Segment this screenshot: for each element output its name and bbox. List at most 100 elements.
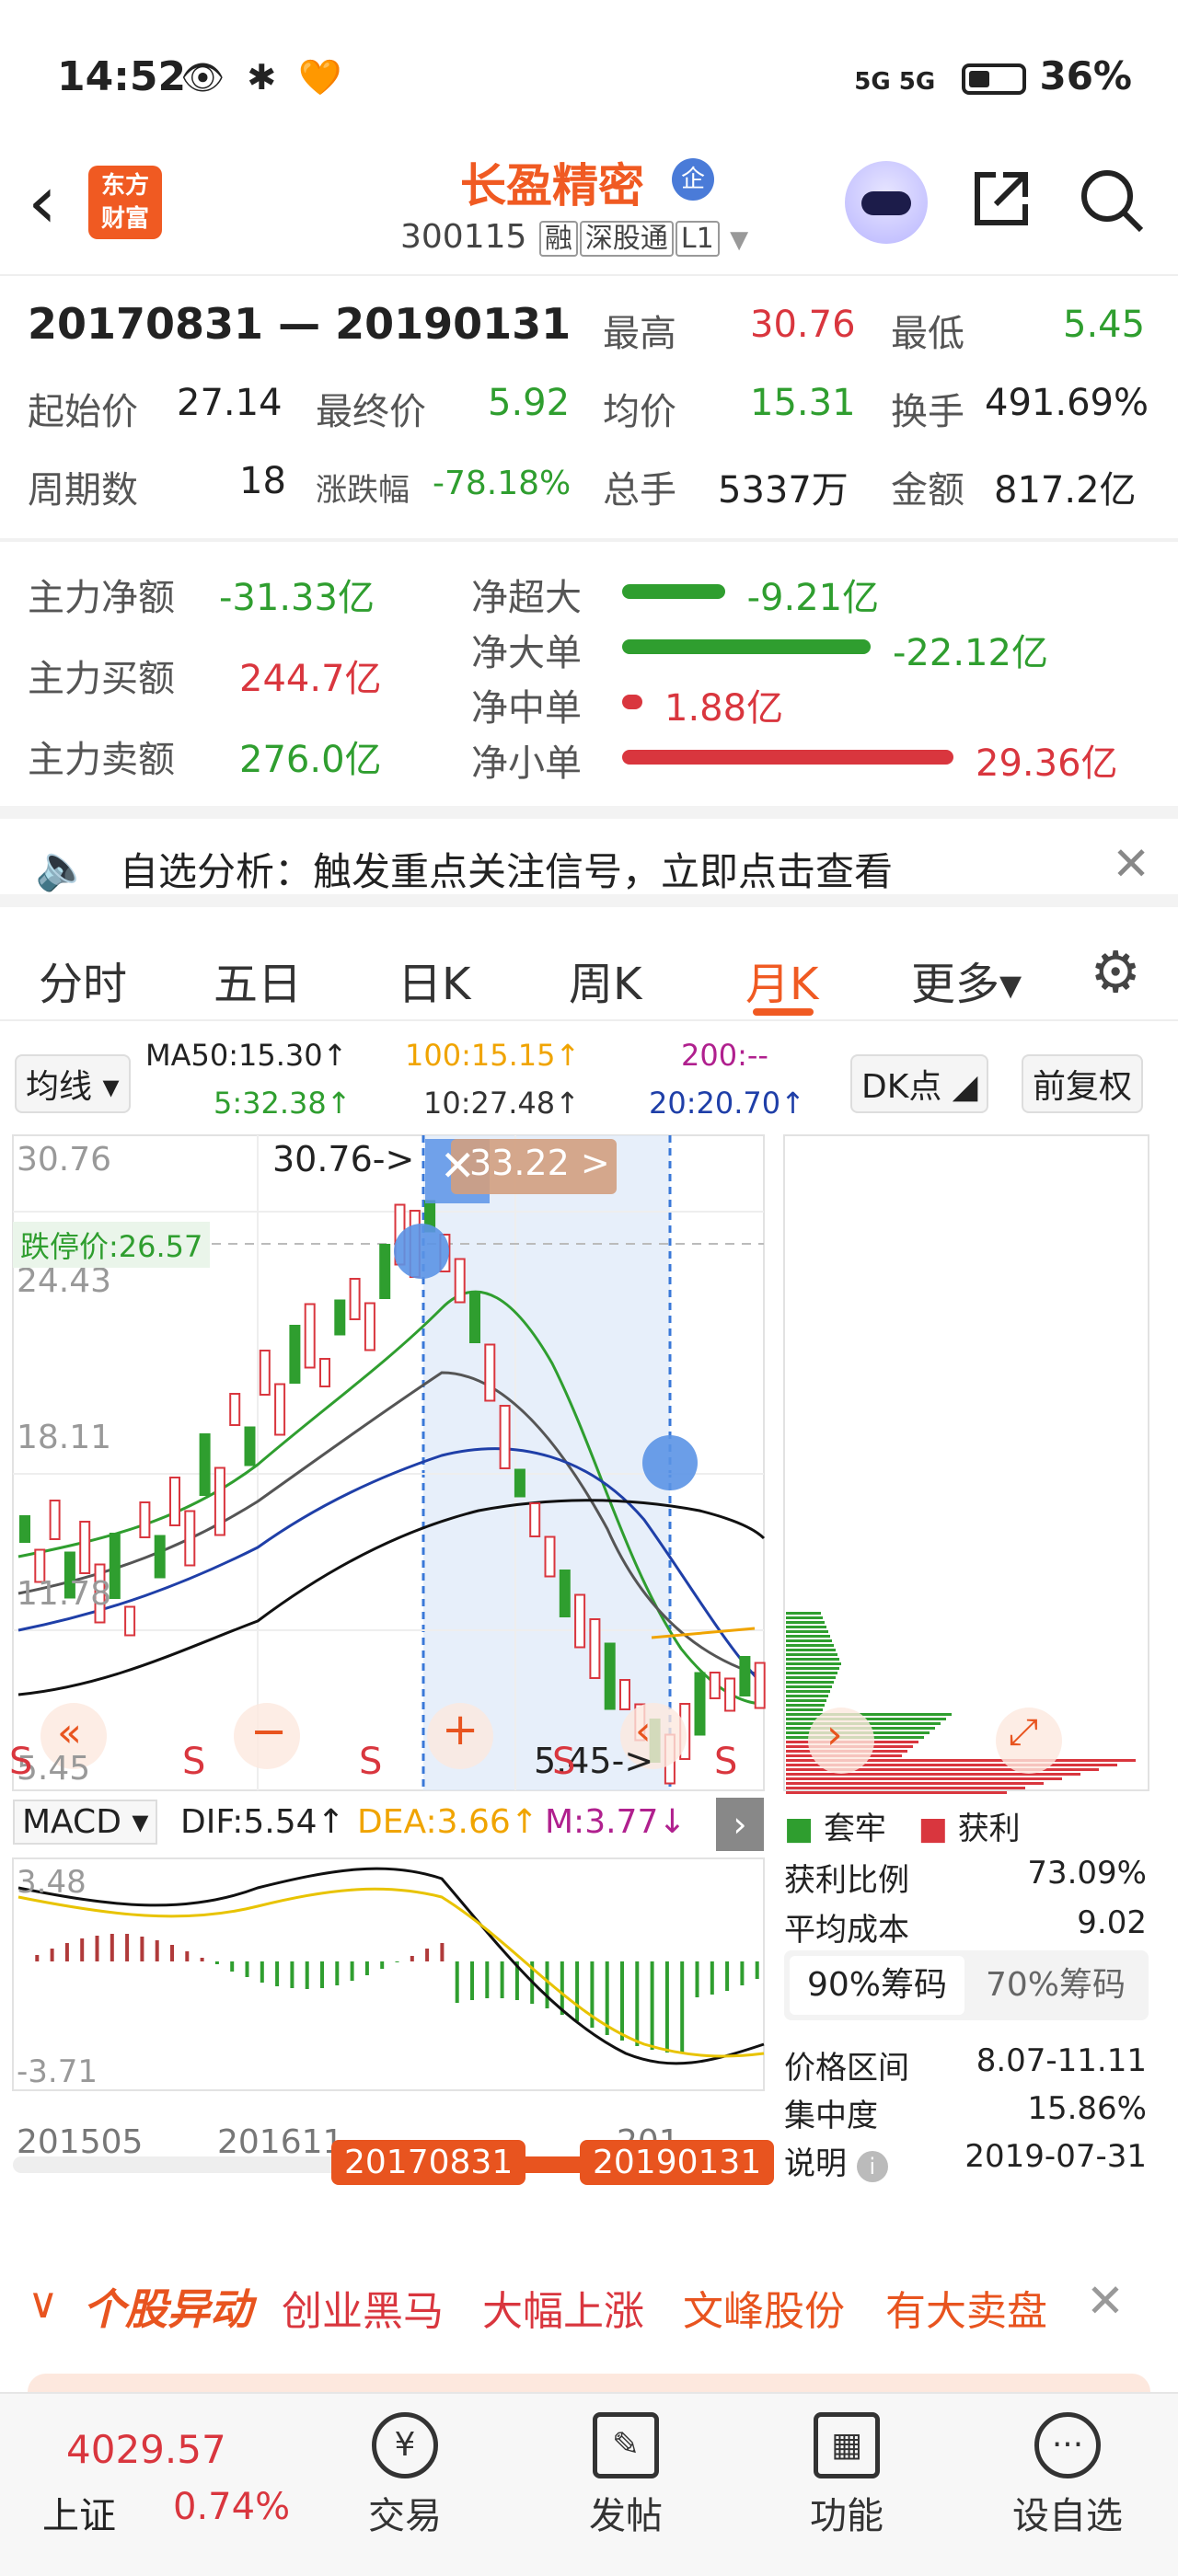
candle — [289, 1325, 301, 1384]
gear-icon[interactable]: ⚙ — [1090, 938, 1141, 1006]
nav-add-watchlist[interactable]: ··· 设自选 — [994, 2412, 1141, 2539]
close-value: 5.92 — [488, 382, 571, 424]
battery-percent: 36% — [1039, 53, 1132, 98]
candle — [214, 1466, 225, 1536]
next-icon[interactable]: › — [826, 1711, 843, 1758]
dea-value: DEA:3.66↑ — [357, 1803, 538, 1841]
stock-alert-ticker[interactable]: ∨ 个股异动 创业黑马 大幅上涨 文峰股份 有大卖盘 ✕ — [0, 2272, 1178, 2337]
ticker-item-1[interactable]: 创业黑马 — [282, 2278, 444, 2337]
tab-more[interactable]: 更多▾ — [911, 948, 1022, 1012]
zoom-out-icon[interactable]: − — [250, 1706, 287, 1757]
macd-bar — [485, 1961, 490, 1998]
tab-month-k[interactable]: 月K — [745, 948, 818, 1012]
macd-bar — [470, 1961, 474, 2000]
rewind-icon[interactable]: « — [57, 1709, 82, 1756]
close-chip[interactable]: 33.22 > — [469, 1143, 610, 1183]
tab-day-k[interactable]: 日K — [398, 948, 470, 1012]
divider — [0, 538, 1178, 542]
stock-name[interactable]: 长盈精密 — [460, 149, 644, 215]
index-value[interactable]: 4029.57 — [66, 2427, 226, 2472]
tab-minute[interactable]: 分时 — [39, 948, 127, 1012]
start-date-chip[interactable]: 20170831 — [331, 2140, 526, 2185]
tab-90-chip[interactable]: 90%筹码 — [790, 1956, 964, 2015]
close-icon[interactable]: ✕ — [1086, 2274, 1125, 2328]
robot-assistant-icon[interactable] — [845, 161, 928, 244]
kline-svg[interactable] — [0, 1133, 1178, 2201]
macd-bar — [364, 1961, 369, 1975]
macd-bar — [380, 1961, 385, 1969]
candle — [574, 1593, 586, 1649]
change-value: -78.18% — [433, 465, 572, 502]
macd-bar — [395, 1961, 399, 1962]
stock-header: ‹ 东方 财富 长盈精密 企 300115 融深股通 L1 ▼ — [0, 138, 1178, 276]
note-label[interactable]: 说明 i — [784, 2138, 888, 2183]
dk-point-selector[interactable]: DK点 ◢ — [850, 1054, 989, 1113]
prev-icon[interactable]: ‹ — [635, 1708, 652, 1754]
chevron-down-icon[interactable]: ▼ — [730, 226, 748, 254]
nav-functions[interactable]: ▦ 功能 — [773, 2412, 920, 2539]
tab-indicator — [753, 1008, 814, 1016]
close-selection-icon[interactable]: ✕ — [440, 1141, 476, 1190]
chevron-down-icon[interactable]: ∨ — [28, 2278, 59, 2328]
ticker-item-4[interactable]: 有大卖盘 — [885, 2278, 1047, 2337]
end-date-chip[interactable]: 20190131 — [580, 2140, 775, 2185]
y-label-top: 30.76 — [17, 1141, 112, 1179]
chip-bar — [786, 1639, 832, 1642]
macd-top-label: 3.48 — [17, 1864, 87, 1901]
status-bar: 14:52 👁 ✱ 🧡 5G 5G 36% — [0, 0, 1178, 156]
avg-value: 15.31 — [750, 382, 856, 424]
concentration-label: 集中度 — [784, 2098, 878, 2134]
tab-70-chip[interactable]: 70%筹码 — [968, 1956, 1143, 2015]
avg-cost-value: 9.02 — [1077, 1904, 1147, 1941]
m-value: M:3.77↓ — [545, 1803, 687, 1841]
ma100-value: 100:15.15↑ — [405, 1038, 581, 1073]
candle — [319, 1358, 330, 1387]
chip-bar — [786, 1653, 837, 1656]
chip-bar — [786, 1672, 837, 1674]
candle — [724, 1677, 736, 1712]
money-flow[interactable]: 主力净额 -31.33亿 主力买额 244.7亿 主力卖额 276.0亿 净超大… — [0, 547, 1178, 796]
macd-bar — [664, 1961, 669, 2053]
nav-post[interactable]: ✎ 发帖 — [552, 2412, 699, 2539]
y-label-4: 11.78 — [17, 1575, 112, 1613]
macd-selector[interactable]: MACD ▾ — [13, 1800, 158, 1845]
kline-chart-area[interactable]: 30.76 24.43 18.11 11.78 5.45 跌停价:26.57 3… — [0, 1133, 1178, 2201]
x-label-2: 201611 — [217, 2123, 344, 2161]
macd-bar — [185, 1951, 190, 1961]
candle — [169, 1477, 180, 1526]
ticker-item-2[interactable]: 大幅上涨 — [482, 2278, 644, 2337]
tab-five-day[interactable]: 五日 — [214, 948, 302, 1012]
card-peek — [28, 2374, 1150, 2392]
zoom-in-icon[interactable]: + — [442, 1704, 479, 1755]
candle — [544, 1535, 556, 1578]
x-label-1: 201505 — [17, 2123, 144, 2161]
banner-text[interactable]: 自选分析：触发重点关注信号，立即点击查看 — [120, 841, 893, 897]
candle — [229, 1393, 241, 1426]
net-value: -31.33亿 — [219, 577, 375, 619]
adjust-selector[interactable]: 前复权 — [1022, 1054, 1144, 1113]
info-icon[interactable]: i — [856, 2151, 888, 2182]
signal-banner[interactable]: 🔈 自选分析：触发重点关注信号，立即点击查看 ✕ — [0, 806, 1178, 907]
share-icon[interactable] — [968, 166, 1034, 247]
flow-bar-0 — [622, 584, 725, 599]
chip-bar — [786, 1713, 952, 1716]
expand-icon[interactable]: ⤢ — [1009, 1711, 1038, 1754]
flow-value-3: 29.36亿 — [976, 742, 1118, 785]
nav-trade[interactable]: ¥ 交易 — [331, 2412, 479, 2539]
ma-selector[interactable]: 均线 ▾ — [15, 1054, 131, 1113]
back-arrow-icon[interactable]: ‹ — [28, 166, 57, 239]
ma-legend: 均线 ▾ MA50:15.30↑ 100:15.15↑ 200:-- 5:32.… — [0, 1030, 1178, 1132]
close-icon[interactable]: ✕ — [1112, 837, 1150, 891]
macd-bar — [155, 1940, 159, 1961]
macd-bar — [545, 1961, 549, 2008]
macd-bar — [200, 1958, 204, 1961]
search-icon[interactable] — [1077, 166, 1147, 251]
macd-bar — [230, 1961, 235, 1972]
sell-value: 276.0亿 — [239, 739, 382, 781]
chevron-right-icon[interactable]: › — [716, 1798, 764, 1851]
flow-label-1: 净大单 — [471, 632, 582, 674]
tag-level: L1 — [675, 221, 720, 257]
tab-week-k[interactable]: 周K — [569, 948, 641, 1012]
ticker-item-3[interactable]: 文峰股份 — [683, 2278, 845, 2337]
macd-bar — [170, 1945, 174, 1961]
